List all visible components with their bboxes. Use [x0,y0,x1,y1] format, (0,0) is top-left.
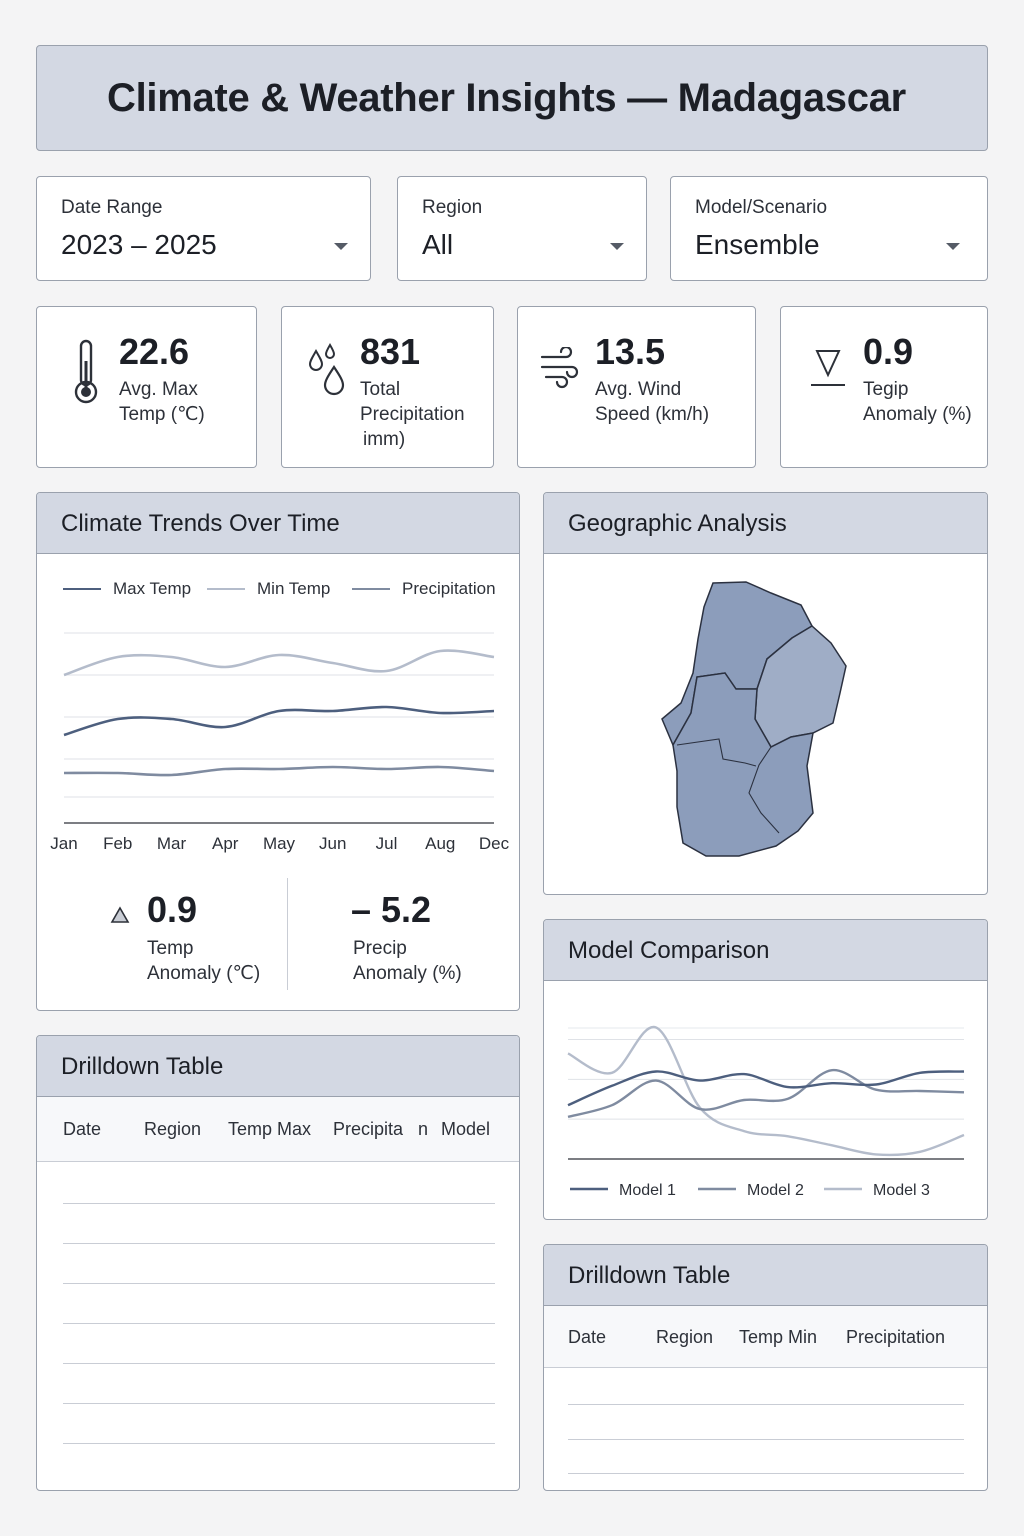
panel-title: Drilldown Table [568,1262,731,1289]
temp-anomaly-label: Temp Anomaly (℃) [147,938,261,984]
model-scenario-value: Ensemble [695,229,820,260]
legend-model-2[interactable]: Model 2 [698,1182,804,1199]
panel-title: Model Comparison [568,937,770,964]
region-filter[interactable]: Region All [397,176,647,281]
triangle-down-icon [811,350,845,386]
page-header: Climate & Weather Insights — Madagascar [36,45,988,151]
table-row[interactable] [568,1439,964,1440]
svg-text:Model 2: Model 2 [747,1182,804,1199]
x-tick-label: Aug [425,834,455,853]
precip-anomaly-label: Precip Anomaly (%) [353,938,462,984]
series-line-max-temp[interactable] [63,705,495,737]
model-comparison-chart: Model 1 Model 2 Model 3 [567,1026,965,1199]
table-row[interactable] [568,1473,964,1474]
kpi-label: Total Precipitation imm) [360,379,465,450]
legend-max-temp[interactable]: Max Temp [63,579,191,599]
chevron-down-icon[interactable] [946,243,960,250]
kpi-label: Tegip Anomaly (%) [863,379,972,425]
panel-title: Drilldown Table [61,1053,224,1080]
panel-header: Geographic Analysis [544,493,987,554]
panel-title: Climate Trends Over Time [61,510,340,537]
table-header: Date Region Temp Min Precipitation [544,1306,987,1368]
table-row[interactable] [63,1403,495,1404]
kpi-label: Avg. Wind Speed (km/h) [595,379,710,425]
kpi-total-precipitation: 831 Total Precipitation imm) [281,306,494,468]
x-tick-label: Jul [376,834,398,853]
kpi-value: 0.9 [863,331,914,372]
kpi-label: Avg. Max Temp (℃) [119,379,205,425]
triangle-up-icon [110,906,130,923]
kpi-avg-max-temp: 22.6 Avg. Max Temp (℃) [36,306,257,468]
column-header-temp-min[interactable]: Temp Min [739,1327,817,1348]
column-header-region[interactable]: Region [144,1119,201,1140]
page-title: Climate & Weather Insights — Madagascar [107,76,906,120]
x-tick-label: May [263,834,296,853]
model-scenario-filter[interactable]: Model/Scenario Ensemble [670,176,988,281]
kpi-tegip-anomaly: 0.9 Tegip Anomaly (%) [780,306,988,468]
drilldown-table-right: Drilldown Table Date Region Temp Min Pre… [543,1244,988,1491]
geographic-analysis-panel: Geographic Analysis [543,492,988,895]
column-header-precipitation[interactable]: Precipita n [333,1119,428,1140]
x-tick-label: Apr [212,834,239,853]
chevron-down-icon[interactable] [610,243,624,250]
date-range-label: Date Range [61,197,163,218]
column-header-region[interactable]: Region [656,1327,713,1348]
legend-min-temp[interactable]: Min Temp [207,579,330,599]
table-row[interactable] [568,1404,964,1405]
column-header-precipitation[interactable]: Precipitation [846,1327,945,1348]
legend-precipitation[interactable]: Precipitation [352,579,496,599]
panel-header: Climate Trends Over Time [37,493,519,554]
column-header-temp-max[interactable]: Temp Max [228,1119,311,1140]
x-tick-label: Jan [50,834,77,853]
climate-trends-chart: Jan Feb Mar Apr May Jun Jul Aug Dec [50,632,510,853]
anomaly-divider [287,878,288,990]
kpi-avg-wind-speed: 13.5 Avg. Wind Speed (km/h) [517,306,756,468]
climate-trends-panel: Climate Trends Over Time Max Temp Min Te… [36,492,520,1011]
panel-header: Drilldown Table [37,1036,519,1097]
wind-icon [540,347,579,389]
model-comparison-panel: Model Comparison Model 1 Model 2 Model 3 [543,919,988,1220]
table-row[interactable] [63,1363,495,1364]
panel-title: Geographic Analysis [568,510,787,537]
kpi-value: 831 [360,331,421,372]
x-tick-label: Feb [103,834,132,853]
date-range-filter[interactable]: Date Range 2023 – 2025 [36,176,371,281]
column-header-model[interactable]: Model [441,1119,490,1140]
legend-model-3[interactable]: Model 3 [824,1182,930,1199]
svg-text:Model 1: Model 1 [619,1182,676,1199]
drilldown-table-left: Drilldown Table Date Region Temp Max Pre… [36,1035,520,1491]
series-line-precipitation[interactable] [63,765,495,777]
date-range-value: 2023 – 2025 [61,229,217,260]
x-tick-label: Jun [319,834,346,853]
svg-text:Model 3: Model 3 [873,1182,930,1199]
region-value: All [422,229,454,260]
panel-header: Drilldown Table [544,1245,987,1306]
table-row[interactable] [63,1283,495,1284]
table-row[interactable] [63,1243,495,1244]
series-line-min-temp[interactable] [63,649,495,677]
column-header-date[interactable]: Date [63,1119,101,1140]
column-header-date[interactable]: Date [568,1327,606,1348]
droplets-icon [308,343,345,396]
kpi-value: 22.6 [119,331,190,372]
model-scenario-label: Model/Scenario [695,197,828,218]
table-row[interactable] [63,1203,495,1204]
kpi-value: 13.5 [595,331,666,372]
legend-model-1[interactable]: Model 1 [570,1182,676,1199]
thermometer-icon [74,339,98,404]
region-label: Region [422,197,483,218]
panel-header: Model Comparison [544,920,987,981]
chevron-down-icon[interactable] [334,243,348,250]
x-tick-label: Mar [157,834,187,853]
table-row[interactable] [63,1443,495,1444]
region-map[interactable] [544,554,988,894]
table-header: Date Region Temp Max Precipita n Model [37,1097,519,1162]
temp-anomaly-value: 0.9 [147,889,198,930]
table-row[interactable] [63,1323,495,1324]
x-tick-label: Dec [479,834,510,853]
precip-anomaly-value: – 5.2 [351,889,432,930]
